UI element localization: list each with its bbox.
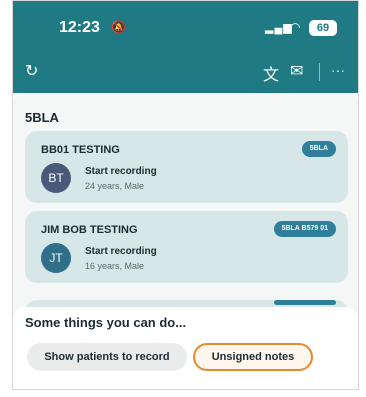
wifi-icon: ◠ (290, 20, 301, 34)
patient-name: BB01 TESTING (41, 144, 120, 156)
patient-meta: 24 years, Male (85, 181, 145, 191)
mail-icon[interactable]: ✉ (290, 61, 303, 81)
class-badge: 5BLA B579 01 (273, 221, 336, 237)
phone-screen: 12:23 🔕 ▂▄▆ ◠ 69 ↻ 文 ✉ ··· 5BLA BB01 TES… (12, 0, 359, 390)
translate-icon[interactable]: 文 (263, 61, 279, 85)
class-badge-partial (274, 300, 336, 305)
silent-icon: 🔕 (111, 20, 126, 34)
toolbar-divider (319, 63, 320, 81)
toolbar: ↻ 文 ✉ ··· (13, 57, 358, 87)
battery-indicator: 69 (309, 20, 337, 36)
unsigned-notes-button[interactable]: Unsigned notes (193, 343, 313, 371)
patient-card[interactable]: BB01 TESTING 5BLA BT Start recording 24 … (25, 131, 348, 203)
refresh-icon[interactable]: ↻ (25, 61, 38, 81)
patient-name: JIM BOB TESTING (41, 224, 138, 236)
signal-icon: ▂▄▆ (265, 22, 293, 34)
patient-card[interactable]: JIM BOB TESTING 5BLA B579 01 JT Start re… (25, 211, 348, 283)
class-badge: 5BLA (301, 141, 336, 157)
suggestions-heading: Some things you can do... (25, 315, 187, 330)
start-recording-label[interactable]: Start recording (85, 246, 157, 257)
avatar: JT (41, 243, 71, 273)
status-time: 12:23 (59, 19, 100, 36)
start-recording-label[interactable]: Start recording (85, 166, 157, 177)
patient-meta: 16 years, Male (85, 261, 145, 271)
more-icon[interactable]: ··· (331, 62, 345, 78)
suggestions-panel: Some things you can do... Show patients … (13, 307, 358, 389)
app-header: 12:23 🔕 ▂▄▆ ◠ 69 ↻ 文 ✉ ··· (13, 1, 358, 93)
status-bar: 12:23 🔕 ▂▄▆ ◠ 69 (13, 1, 358, 43)
show-patients-to-record-button[interactable]: Show patients to record (27, 343, 187, 371)
avatar: BT (41, 163, 71, 193)
section-title: 5BLA (25, 110, 59, 125)
